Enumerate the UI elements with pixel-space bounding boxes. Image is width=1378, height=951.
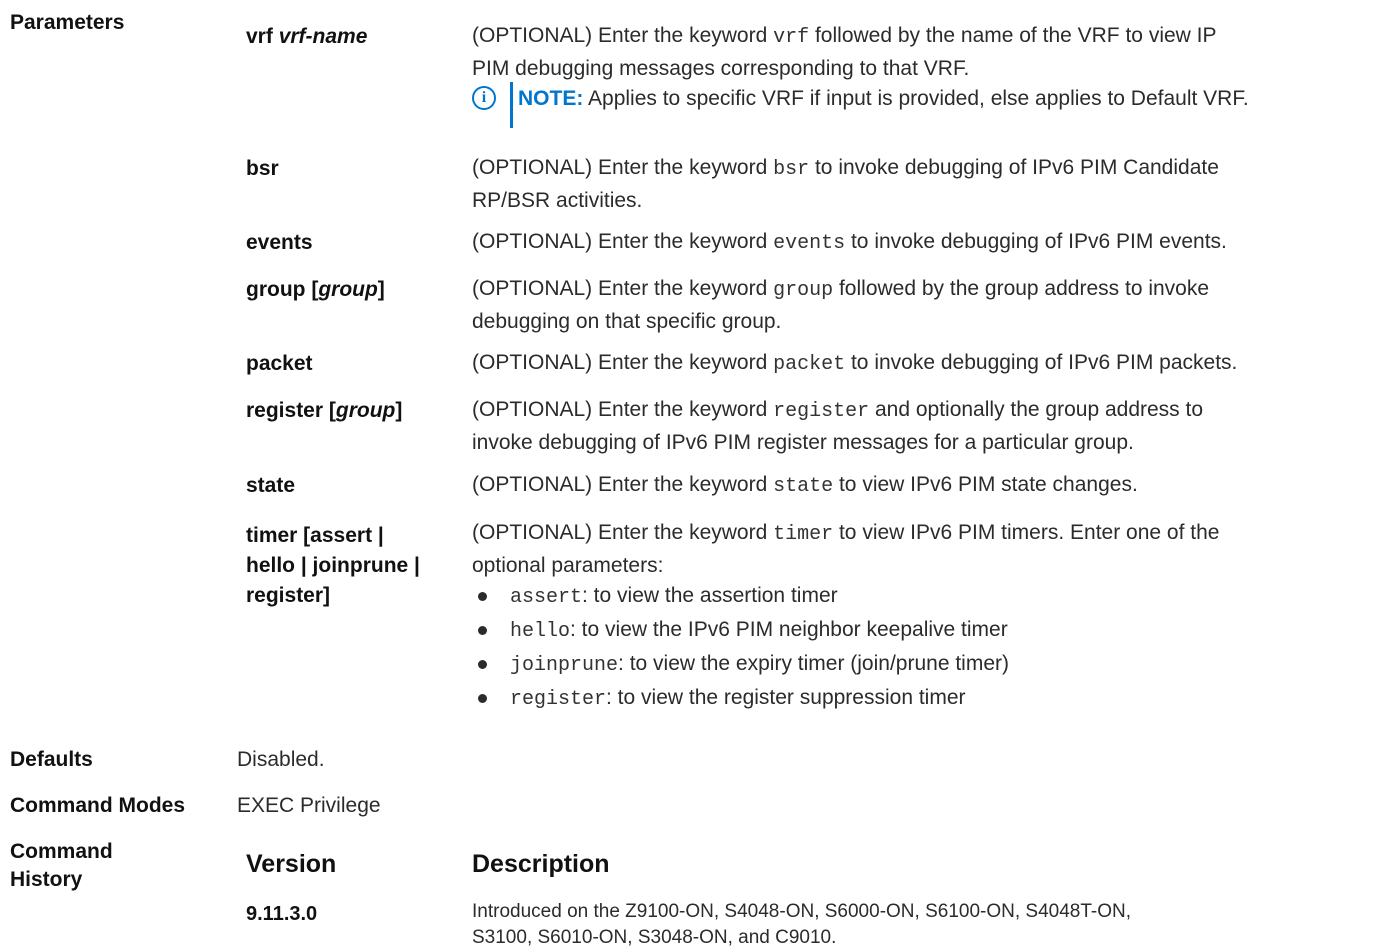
param-keyword: register [ — [246, 399, 336, 422]
inline-code: group — [773, 279, 834, 302]
desc-text: to view IPv6 PIM timers. Enter one of th… — [838, 521, 1220, 544]
desc-text: (OPTIONAL) Enter the keyword — [472, 398, 768, 421]
info-icon: i — [472, 86, 496, 110]
inline-code: events — [773, 232, 846, 255]
param-name-bsr: bsr — [246, 157, 279, 180]
desc-text: (OPTIONAL) Enter the keyword — [472, 156, 768, 179]
desc-text: to invoke debugging of IPv6 PIM events. — [850, 230, 1227, 253]
command-history-label: Command History — [10, 838, 113, 894]
desc-text: (OPTIONAL) Enter the keyword — [472, 351, 768, 374]
inline-code: register — [773, 400, 870, 423]
desc-text: RP/BSR activities. — [472, 189, 643, 212]
param-keyword: ] — [395, 399, 403, 422]
param-name-packet: packet — [246, 352, 313, 375]
param-desc-register: (OPTIONAL) Enter the keyword register an… — [472, 394, 1372, 458]
defaults-label: Defaults — [10, 748, 93, 771]
desc-text: to invoke debugging of IPv6 PIM packets. — [850, 351, 1238, 374]
history-row-version: 9.11.3.0 — [246, 903, 318, 925]
inline-code: vrf — [773, 26, 810, 49]
inline-code: timer — [773, 523, 834, 546]
param-keyword: ] — [377, 278, 385, 301]
desc-text: debugging on that specific group. — [472, 310, 782, 333]
inline-code: bsr — [773, 158, 810, 181]
desc-text: PIM debugging messages corresponding to … — [472, 57, 970, 80]
inline-code: register — [510, 688, 607, 711]
list-item-text: : to view the register suppression timer — [606, 686, 966, 709]
param-arg: group — [335, 399, 396, 422]
list-item: hello: to view the IPv6 PIM neighbor kee… — [472, 613, 1372, 647]
param-keyword: vrf — [246, 25, 273, 48]
bullet-icon — [478, 592, 487, 601]
label-line: Command — [10, 840, 113, 863]
param-desc-vrf: (OPTIONAL) Enter the keyword vrf followe… — [472, 20, 1372, 84]
param-desc-state: (OPTIONAL) Enter the keyword state to vi… — [472, 469, 1372, 502]
desc-text: Introduced on the Z9100-ON, S4048-ON, S6… — [472, 901, 1132, 922]
list-item-text: : to view the assertion timer — [582, 584, 838, 607]
param-desc-bsr: (OPTIONAL) Enter the keyword bsr to invo… — [472, 152, 1372, 216]
inline-code: joinprune — [510, 654, 619, 677]
desc-text: to invoke debugging of IPv6 PIM Candidat… — [814, 156, 1219, 179]
defaults-value: Disabled. — [237, 748, 325, 771]
param-name-events: events — [246, 231, 313, 254]
bullet-icon — [478, 660, 487, 669]
param-desc-events: (OPTIONAL) Enter the keyword events to i… — [472, 226, 1372, 259]
list-item: joinprune: to view the expiry timer (joi… — [472, 647, 1372, 681]
param-desc-group: (OPTIONAL) Enter the keyword group follo… — [472, 273, 1372, 337]
history-col-description: Description — [472, 850, 610, 878]
timer-option-list: assert: to view the assertion timer hell… — [472, 579, 1372, 715]
param-keyword: register] — [246, 584, 331, 607]
desc-text: followed by the group address to invoke — [838, 277, 1210, 300]
inline-code: packet — [773, 353, 846, 376]
param-keyword: group [ — [246, 278, 319, 301]
note-label: NOTE: — [518, 87, 584, 110]
param-arg: group — [318, 278, 378, 301]
inline-code: hello — [510, 620, 571, 643]
desc-text: (OPTIONAL) Enter the keyword — [472, 473, 768, 496]
desc-text: optional parameters: — [472, 554, 664, 577]
command-modes-label: Command Modes — [10, 794, 186, 817]
desc-text: followed by the name of the VRF to view … — [814, 24, 1217, 47]
param-keyword: timer [assert | — [246, 524, 384, 547]
list-item-text: : to view the IPv6 PIM neighbor keepaliv… — [570, 618, 1008, 641]
parameters-label: Parameters — [10, 11, 125, 34]
command-modes-value: EXEC Privilege — [237, 794, 381, 817]
param-desc-packet: (OPTIONAL) Enter the keyword packet to i… — [472, 347, 1372, 380]
note-text: Applies to specific VRF if input is prov… — [588, 87, 1249, 110]
inline-code: assert — [510, 586, 583, 609]
param-name-group: group [group] — [246, 277, 385, 303]
desc-text: invoke debugging of IPv6 PIM register me… — [472, 431, 1134, 454]
desc-text: (OPTIONAL) Enter the keyword — [472, 277, 768, 300]
param-name-timer: timer [assert | hello | joinprune | regi… — [246, 521, 420, 611]
param-name-state: state — [246, 474, 296, 497]
desc-text: S3100, S6010-ON, S3048-ON, and C9010. — [472, 927, 837, 948]
param-name-vrf: vrf vrf-name — [246, 24, 367, 50]
desc-text: and optionally the group address to — [874, 398, 1204, 421]
history-col-version: Version — [246, 850, 337, 878]
note-divider — [510, 82, 513, 128]
list-item: register: to view the register suppressi… — [472, 681, 1372, 715]
param-keyword: hello | joinprune | — [246, 554, 420, 577]
history-row-description: Introduced on the Z9100-ON, S4048-ON, S6… — [472, 899, 1372, 951]
label-line: History — [10, 868, 83, 891]
bullet-icon — [478, 626, 487, 635]
list-item-text: : to view the expiry timer (join/prune t… — [618, 652, 1009, 675]
bullet-icon — [478, 694, 487, 703]
note-content: NOTE: Applies to specific VRF if input i… — [518, 84, 1249, 114]
desc-text: to view IPv6 PIM state changes. — [838, 473, 1138, 496]
param-desc-timer: (OPTIONAL) Enter the keyword timer to vi… — [472, 517, 1372, 581]
param-name-register: register [group] — [246, 398, 402, 424]
inline-code: state — [773, 475, 834, 498]
list-item: assert: to view the assertion timer — [472, 579, 1372, 613]
desc-text: (OPTIONAL) Enter the keyword — [472, 521, 768, 544]
desc-text: (OPTIONAL) Enter the keyword — [472, 230, 768, 253]
param-arg: vrf-name — [278, 25, 368, 48]
desc-text: (OPTIONAL) Enter the keyword — [472, 24, 768, 47]
